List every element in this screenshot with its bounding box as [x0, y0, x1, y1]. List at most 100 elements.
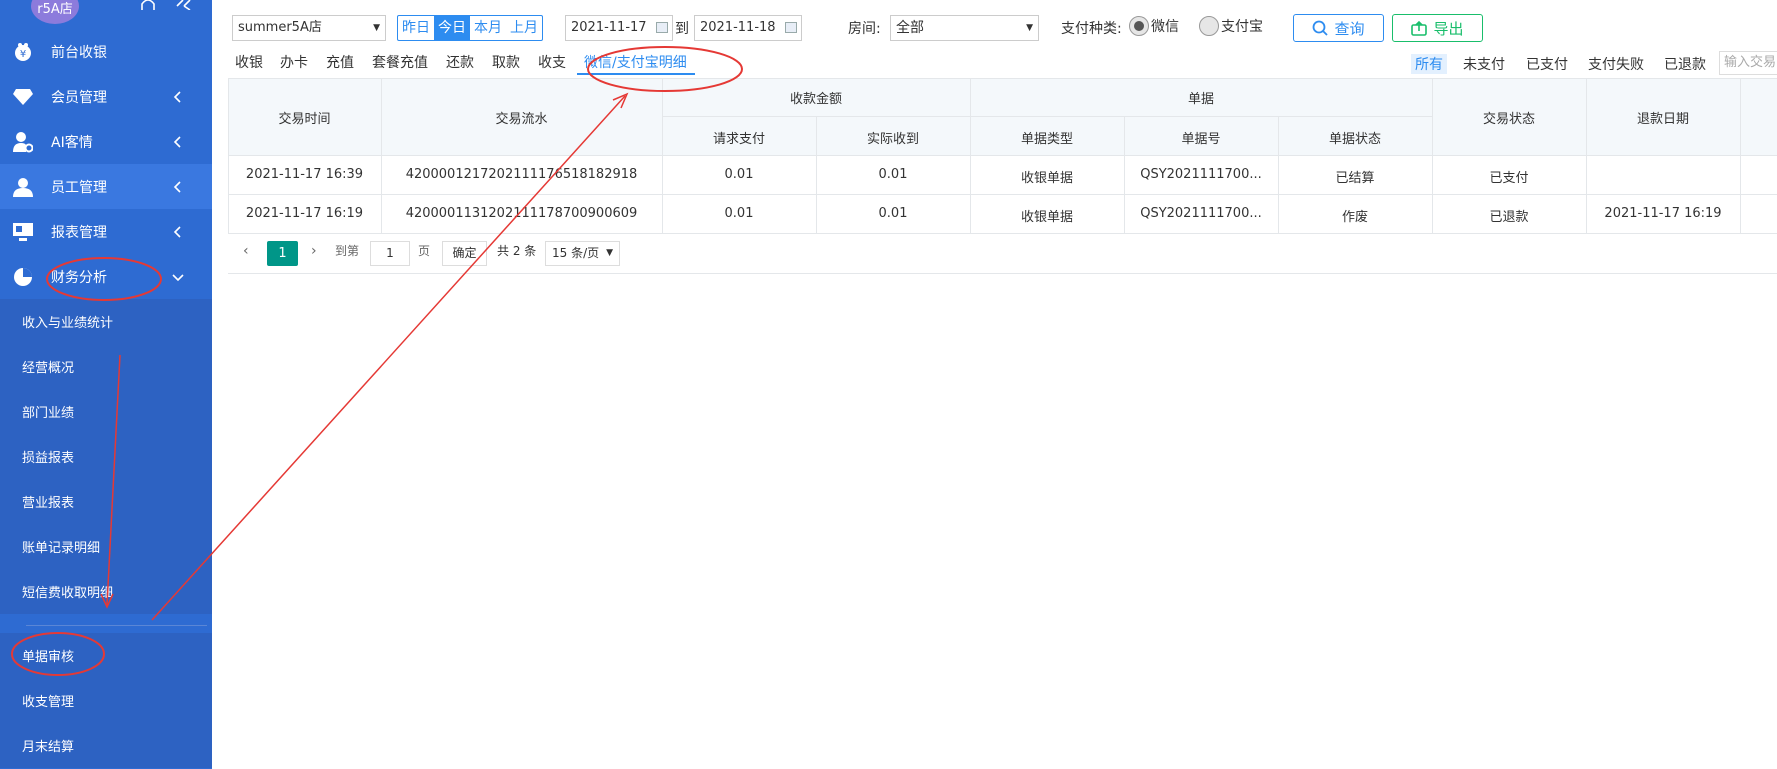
sidebar-item-label: 报表管理	[51, 224, 107, 241]
cell-trade-time: 2021-11-17 16:39	[245, 167, 364, 182]
cell-doc-no[interactable]: QSY2021111700...	[1124, 167, 1278, 182]
quick-range-yesterday[interactable]: 昨日	[398, 16, 434, 40]
date-to-input[interactable]: 2021-11-18	[694, 15, 802, 41]
diamond-icon	[12, 86, 34, 108]
header-doc-no: 单据号	[1181, 132, 1221, 147]
header-doc-status: 单据状态	[1328, 132, 1381, 147]
tab-withdraw[interactable]: 取款	[492, 52, 520, 72]
store-avatar[interactable]: r5A店	[31, 0, 79, 24]
pager-total: 共 2 条	[497, 244, 537, 258]
pager-page-unit: 页	[418, 244, 431, 258]
monitor-icon	[12, 221, 34, 243]
date-range-separator: 到	[675, 21, 689, 37]
cell-doc-type: 收银单据	[1020, 171, 1073, 186]
sidebar-item-reports[interactable]: 报表管理	[0, 209, 212, 254]
radio-alipay-label: 支付宝	[1221, 19, 1263, 35]
status-tab-unpaid[interactable]: 未支付	[1463, 54, 1505, 74]
header-requested: 请求支付	[712, 132, 765, 147]
chevron-left-icon	[173, 225, 181, 238]
next-page-icon[interactable]: ›	[311, 243, 317, 259]
submenu-item-profit-loss[interactable]: 损益报表	[0, 434, 212, 479]
tab-recharge[interactable]: 充值	[326, 52, 354, 72]
sidebar-item-cashier[interactable]: ¥ 前台收银	[0, 29, 212, 74]
submenu-item-income[interactable]: 收入与业绩统计	[0, 299, 212, 344]
radio-wechat-label: 微信	[1151, 19, 1179, 35]
pager-goto-label: 到第	[335, 244, 360, 258]
quick-range-today[interactable]: 今日	[434, 16, 470, 40]
submenu-item-sms-fee[interactable]: 短信费收取明细	[0, 569, 212, 614]
header-group-doc: 单据	[1187, 92, 1214, 107]
room-select-value: 全部	[896, 20, 924, 36]
chevron-left-icon	[173, 135, 181, 148]
caret-down-icon: ▼	[1026, 23, 1033, 33]
sidebar-item-label: AI客情	[51, 134, 93, 151]
date-from-input[interactable]: 2021-11-17	[565, 15, 673, 41]
submenu-item-month-end[interactable]: 月末结算	[0, 723, 212, 768]
user-settings-icon	[12, 131, 34, 153]
header-doc-type: 单据类型	[1020, 132, 1073, 147]
submenu-item-income-expense[interactable]: 收支管理	[0, 678, 212, 723]
radio-alipay[interactable]: 支付宝	[1199, 16, 1263, 36]
quick-range-last-month[interactable]: 上月	[506, 16, 542, 40]
cell-requested: 0.01	[724, 167, 754, 182]
query-button[interactable]: 查询	[1293, 14, 1384, 42]
double-chevron-left-icon[interactable]	[175, 0, 195, 10]
room-select[interactable]: 全部 ▼	[890, 15, 1039, 41]
cell-trade-time: 2021-11-17 16:19	[245, 206, 364, 221]
caret-down-icon: ▼	[606, 248, 613, 258]
export-button[interactable]: 导出	[1392, 14, 1483, 42]
active-tab-indicator	[577, 73, 695, 75]
submenu-item-business[interactable]: 营业报表	[0, 479, 212, 524]
submenu-item-label: 损益报表	[22, 451, 75, 466]
status-tab-refunded[interactable]: 已退款	[1664, 54, 1706, 74]
sidebar-item-staff[interactable]: 员工管理	[0, 164, 212, 209]
cell-doc-no[interactable]: QSY2021111700...	[1124, 206, 1278, 221]
page-size-select[interactable]: 15 条/页 ▼	[545, 241, 620, 266]
calendar-icon[interactable]	[656, 22, 668, 33]
sidebar-item-member[interactable]: 会员管理	[0, 74, 212, 119]
calendar-icon[interactable]	[785, 22, 797, 33]
tab-income-expense[interactable]: 收支	[538, 52, 566, 72]
status-tab-all[interactable]: 所有	[1411, 54, 1447, 74]
sidebar-item-ai[interactable]: AI客情	[0, 119, 212, 164]
page-button-current[interactable]: 1	[267, 241, 298, 266]
cell-trade-serial: 4200001217202111176518182918	[405, 167, 638, 182]
submenu-item-bill-detail[interactable]: 账单记录明细	[0, 524, 212, 569]
submenu-item-department[interactable]: 部门业绩	[0, 389, 212, 434]
submenu-item-overview[interactable]: 经营概况	[0, 344, 212, 389]
submenu-item-label: 短信费收取明细	[22, 586, 114, 601]
cell-trade-status: 已支付	[1489, 171, 1529, 186]
page-size-value: 15 条/页	[552, 246, 600, 260]
pager-confirm-button[interactable]: 确定	[442, 241, 487, 266]
chevron-down-icon	[172, 273, 184, 281]
sidebar-item-label: 财务分析	[51, 269, 107, 286]
tab-package-recharge[interactable]: 套餐充值	[372, 52, 428, 72]
sidebar-item-finance[interactable]: 财务分析	[0, 254, 212, 299]
submenu-item-label: 部门业绩	[22, 406, 75, 421]
cell-requested: 0.01	[724, 206, 754, 221]
tab-cashier[interactable]: 收银	[235, 52, 263, 72]
sidebar: r5A店 ¥ 前台收银 会员管理 AI客情 员工管理 报表管理 财务分析 收入与…	[0, 0, 212, 769]
tab-wechat-alipay-detail[interactable]: 微信/支付宝明细	[584, 52, 687, 72]
quick-range-this-month[interactable]: 本月	[470, 16, 506, 40]
prev-page-icon[interactable]: ‹	[243, 243, 249, 259]
tab-card[interactable]: 办卡	[280, 52, 308, 72]
bell-icon[interactable]	[139, 0, 157, 10]
submenu-item-doc-audit[interactable]: 单据审核	[0, 633, 212, 678]
submenu-item-label: 月末结算	[22, 740, 75, 755]
date-to-value: 2021-11-18	[700, 20, 776, 35]
submenu-item-label: 账单记录明细	[22, 541, 101, 556]
sidebar-item-label: 前台收银	[51, 44, 107, 61]
store-select[interactable]: summer5A店 ▼	[232, 15, 386, 41]
page-number-input[interactable]: 1	[370, 241, 410, 266]
search-input[interactable]: 输入交易	[1719, 51, 1777, 75]
tab-repay[interactable]: 还款	[446, 52, 474, 72]
submenu-divider	[26, 625, 207, 626]
radio-wechat[interactable]: 微信	[1129, 16, 1179, 36]
pie-icon	[12, 266, 34, 288]
status-tab-failed[interactable]: 支付失败	[1588, 54, 1644, 74]
status-tab-paid[interactable]: 已支付	[1526, 54, 1568, 74]
cashier-icon: ¥	[12, 41, 34, 63]
cell-doc-type: 收银单据	[1020, 210, 1073, 225]
sidebar-item-label: 员工管理	[51, 179, 107, 196]
